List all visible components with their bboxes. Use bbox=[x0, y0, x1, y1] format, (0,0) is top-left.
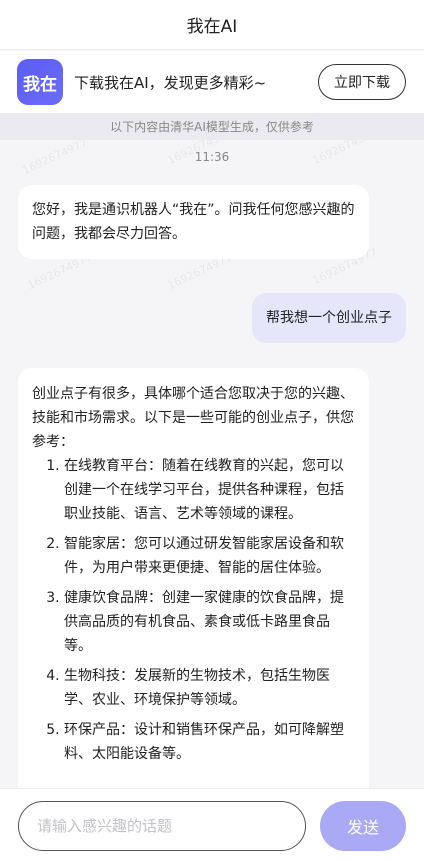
list-item: 环保产品：设计和销售环保产品，如可降解塑料、太阳能设备等。 bbox=[64, 718, 355, 766]
download-banner: 我在 下载我在AI，发现更多精彩~ 立即下载 bbox=[0, 51, 424, 113]
app-header: 我在AI bbox=[0, 0, 424, 50]
download-now-button[interactable]: 立即下载 bbox=[318, 64, 406, 100]
banner-text: 下载我在AI，发现更多精彩~ bbox=[74, 73, 267, 92]
chat-area[interactable]: 1692674977 1692674977 1692674977 1692674… bbox=[0, 140, 424, 788]
reply-intro: 创业点子有很多，具体哪个适合您取决于您的兴趣、技能和市场需求。以下是一些可能的创… bbox=[32, 386, 354, 450]
input-bar: 发送 bbox=[0, 788, 424, 861]
user-message: 帮我想一个创业点子 bbox=[252, 293, 406, 343]
page-title: 我在AI bbox=[186, 17, 238, 37]
list-item: 生物科技：发展新的生物技术，包括生物医学、农业、环境保护等领域。 bbox=[64, 664, 355, 712]
list-item: 智能家居：您可以通过研发智能家居设备和软件，为用户带来更便捷、智能的居住体验。 bbox=[64, 532, 355, 580]
app-logo: 我在 bbox=[17, 59, 63, 105]
send-button[interactable]: 发送 bbox=[320, 801, 406, 851]
message-timestamp: 11:36 bbox=[194, 150, 230, 164]
idea-list: 在线教育平台：随着在线教育的兴起，您可以创建一个在线学习平台，提供各种课程，包括… bbox=[32, 454, 355, 766]
ai-disclaimer: 以下内容由清华AI模型生成，仅供参考 bbox=[0, 113, 424, 140]
list-item: 在线教育平台：随着在线教育的兴起，您可以创建一个在线学习平台，提供各种课程，包括… bbox=[64, 454, 355, 526]
list-item: 健康饮食品牌：创建一家健康的饮食品牌，提供高品质的有机食品、素食或低卡路里食品等… bbox=[64, 586, 355, 658]
bot-reply-message: 创业点子有很多，具体哪个适合您取决于您的兴趣、技能和市场需求。以下是一些可能的创… bbox=[18, 368, 369, 788]
bot-greeting-message: 您好，我是通识机器人“我在”。问我任何您感兴趣的问题，我都会尽力回答。 bbox=[18, 185, 369, 259]
topic-input[interactable] bbox=[18, 801, 306, 851]
